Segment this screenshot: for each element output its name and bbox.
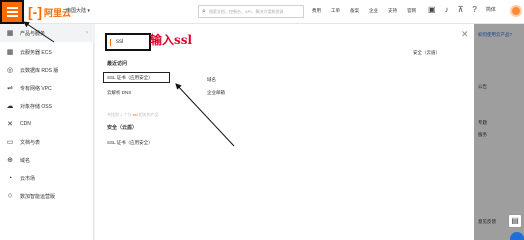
arrow-to-menu — [23, 21, 55, 43]
annotation-arrows — [23, 21, 235, 147]
arrow-to-result — [175, 83, 235, 147]
